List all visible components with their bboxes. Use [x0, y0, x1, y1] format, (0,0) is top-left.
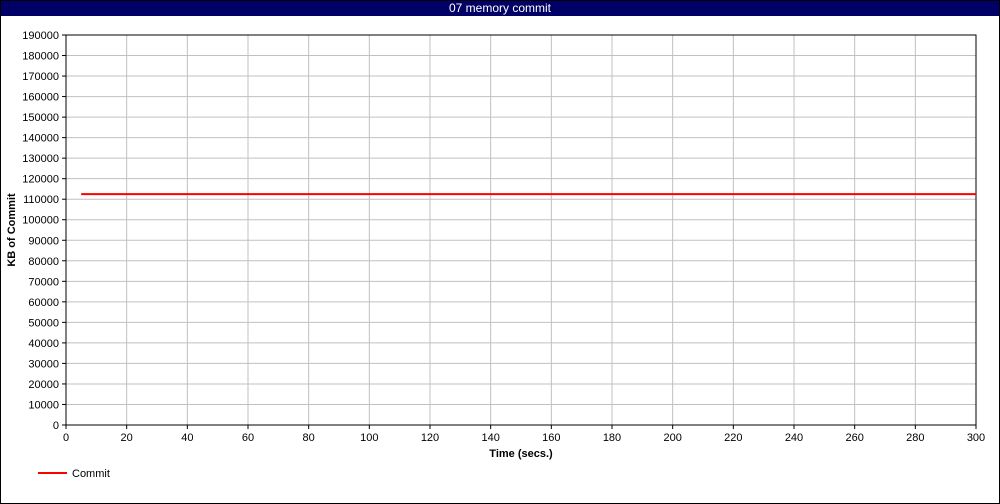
x-tick-label: 20: [121, 432, 133, 444]
plot-area: [65, 34, 977, 426]
y-tick-label: 70000: [28, 276, 59, 288]
y-tick-label: 150000: [22, 112, 59, 124]
x-tick-label: 160: [542, 432, 560, 444]
y-tick-label: 120000: [22, 174, 59, 186]
legend-label-commit: Commit: [72, 468, 110, 480]
y-axis-ticks: 0 10000 20000 30000 40000 50000 60000 70000 8000…: [22, 30, 66, 432]
x-tick-label: 240: [785, 432, 803, 444]
y-tick-label: 0: [53, 420, 59, 432]
x-axis-ticks: 0 20 40 60 80 100 120 140 160 180 200 220 240 260 280 3…: [63, 425, 985, 444]
x-axis-label: Time (secs.): [489, 448, 553, 460]
x-tick-label: 280: [906, 432, 924, 444]
x-tick-label: 220: [724, 432, 742, 444]
y-tick-label: 110000: [23, 194, 59, 206]
x-tick-label: 40: [181, 432, 193, 444]
legend: Commit: [38, 468, 110, 480]
x-tick-label: 180: [603, 432, 621, 444]
y-tick-label: 80000: [28, 256, 59, 268]
memory-commit-chart: 0 20 40 60 80 100 120 140 160 180 200 220 240 260 280 3…: [6, 30, 985, 480]
y-tick-label: 170000: [22, 71, 59, 83]
y-tick-label: 30000: [28, 358, 59, 370]
y-tick-label: 180000: [22, 51, 59, 63]
y-tick-label: 50000: [28, 317, 59, 329]
y-axis-label: KB of Commit: [6, 193, 18, 267]
y-tick-label: 10000: [28, 399, 59, 411]
x-tick-label: 140: [481, 432, 499, 444]
y-tick-label: 20000: [28, 379, 59, 391]
x-tick-label: 120: [421, 432, 439, 444]
y-tick-label: 100000: [22, 215, 59, 227]
y-tick-label: 140000: [22, 133, 59, 145]
x-tick-label: 0: [63, 432, 69, 444]
y-tick-label: 90000: [28, 235, 59, 247]
x-tick-label: 260: [845, 432, 863, 444]
y-tick-label: 40000: [28, 338, 59, 350]
x-tick-label: 200: [663, 432, 681, 444]
x-tick-label: 100: [360, 432, 378, 444]
x-tick-label: 300: [967, 432, 985, 444]
y-tick-label: 130000: [22, 153, 59, 165]
x-tick-label: 80: [303, 432, 315, 444]
chart-grid: [66, 35, 976, 425]
y-tick-label: 160000: [22, 92, 59, 104]
y-tick-label: 190000: [22, 30, 59, 42]
y-tick-label: 60000: [28, 297, 59, 309]
x-tick-label: 60: [242, 432, 254, 444]
